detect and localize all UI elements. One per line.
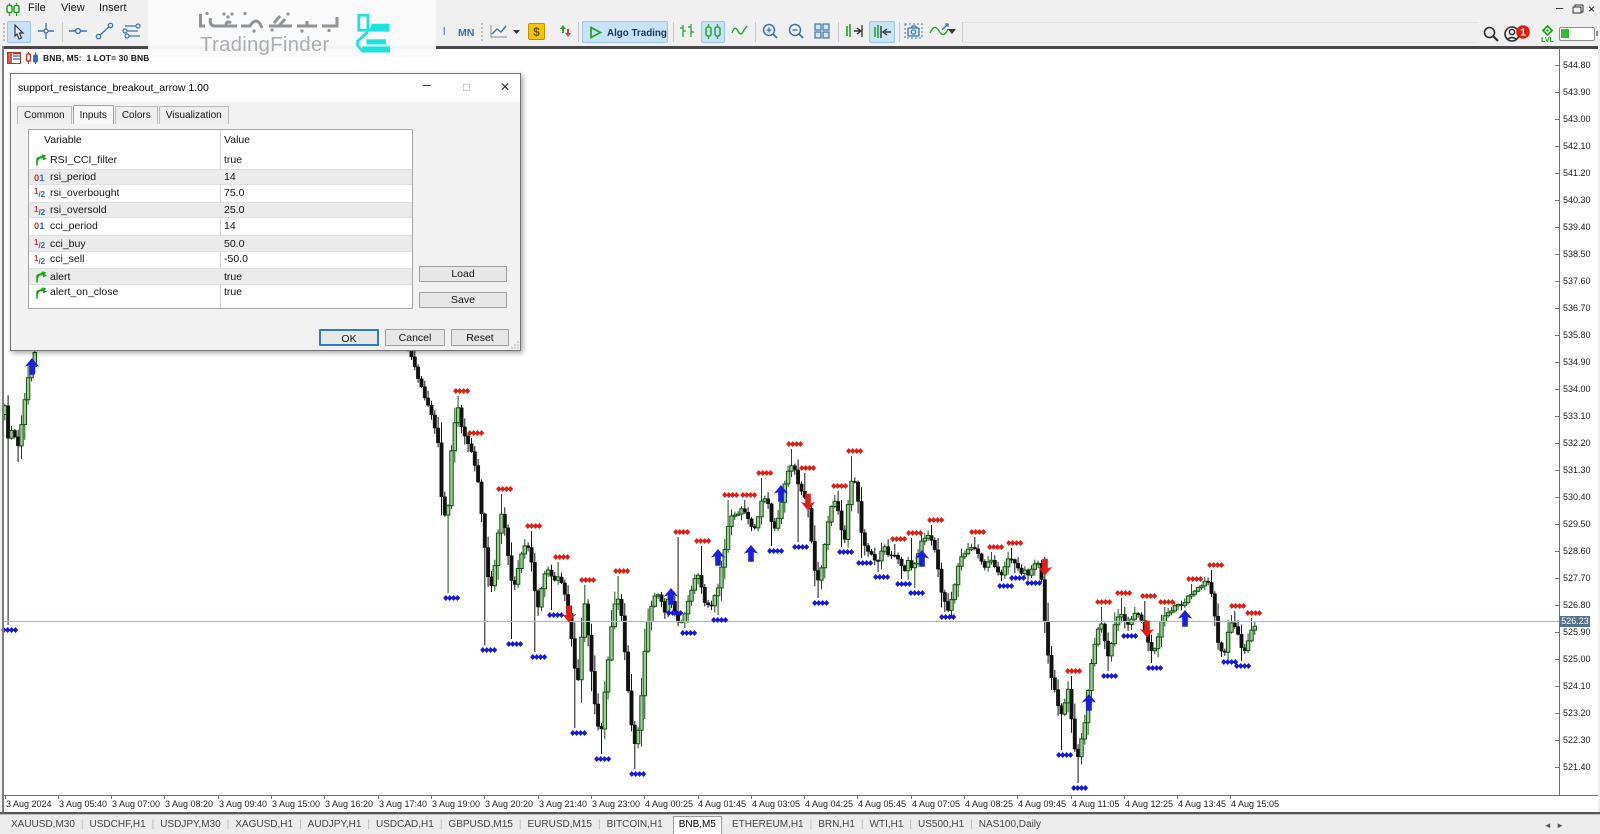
- svg-text:LVL: LVL: [1541, 37, 1554, 43]
- svg-text:1: 1: [1520, 28, 1526, 39]
